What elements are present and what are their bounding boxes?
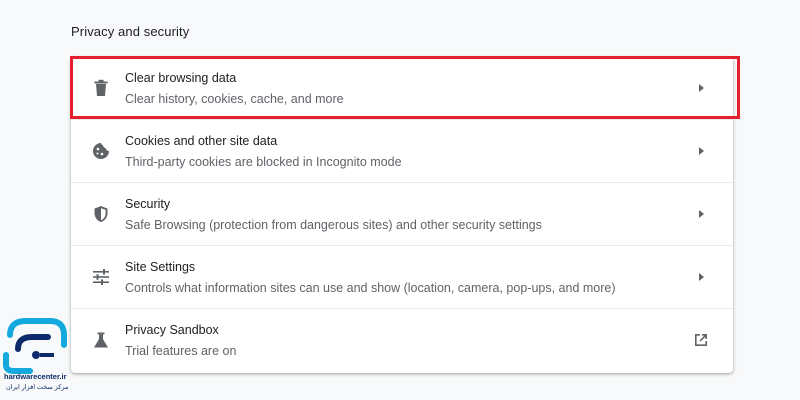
trash-icon xyxy=(91,78,111,98)
cookies-site-data-row[interactable]: Cookies and other site data Third-party … xyxy=(71,119,733,182)
privacy-settings-card: Clear browsing data Clear history, cooki… xyxy=(71,57,733,373)
shield-icon xyxy=(91,204,111,224)
row-subtitle: Safe Browsing (protection from dangerous… xyxy=(125,217,542,232)
clear-browsing-data-row[interactable]: Clear browsing data Clear history, cooki… xyxy=(71,57,733,119)
site-settings-row[interactable]: Site Settings Controls what information … xyxy=(71,245,733,308)
row-subtitle: Trial features are on xyxy=(125,343,237,358)
row-title: Clear browsing data xyxy=(125,70,237,85)
row-title: Site Settings xyxy=(125,259,196,274)
security-row[interactable]: Security Safe Browsing (protection from … xyxy=(71,182,733,245)
chevron-right-icon[interactable] xyxy=(691,267,711,287)
open-in-new-icon[interactable] xyxy=(691,330,711,350)
row-title: Security xyxy=(125,196,171,211)
row-subtitle: Controls what information sites can use … xyxy=(125,280,616,295)
row-title: Privacy Sandbox xyxy=(125,322,219,337)
tune-icon xyxy=(91,267,111,287)
row-subtitle: Third-party cookies are blocked in Incog… xyxy=(125,154,402,169)
privacy-sandbox-row[interactable]: Privacy Sandbox Trial features are on xyxy=(71,308,733,371)
row-title: Cookies and other site data xyxy=(125,133,278,148)
cookie-icon xyxy=(91,141,111,161)
row-subtitle: Clear history, cookies, cache, and more xyxy=(125,91,344,106)
chevron-right-icon[interactable] xyxy=(691,204,711,224)
chevron-right-icon[interactable] xyxy=(691,78,711,98)
flask-icon xyxy=(91,330,111,350)
section-title: Privacy and security xyxy=(71,24,190,39)
watermark-site: hardwarecenter.ir xyxy=(4,372,67,381)
chevron-right-icon[interactable] xyxy=(691,141,711,161)
watermark-tagline: مرکز سخت افزار ایران xyxy=(6,384,69,391)
